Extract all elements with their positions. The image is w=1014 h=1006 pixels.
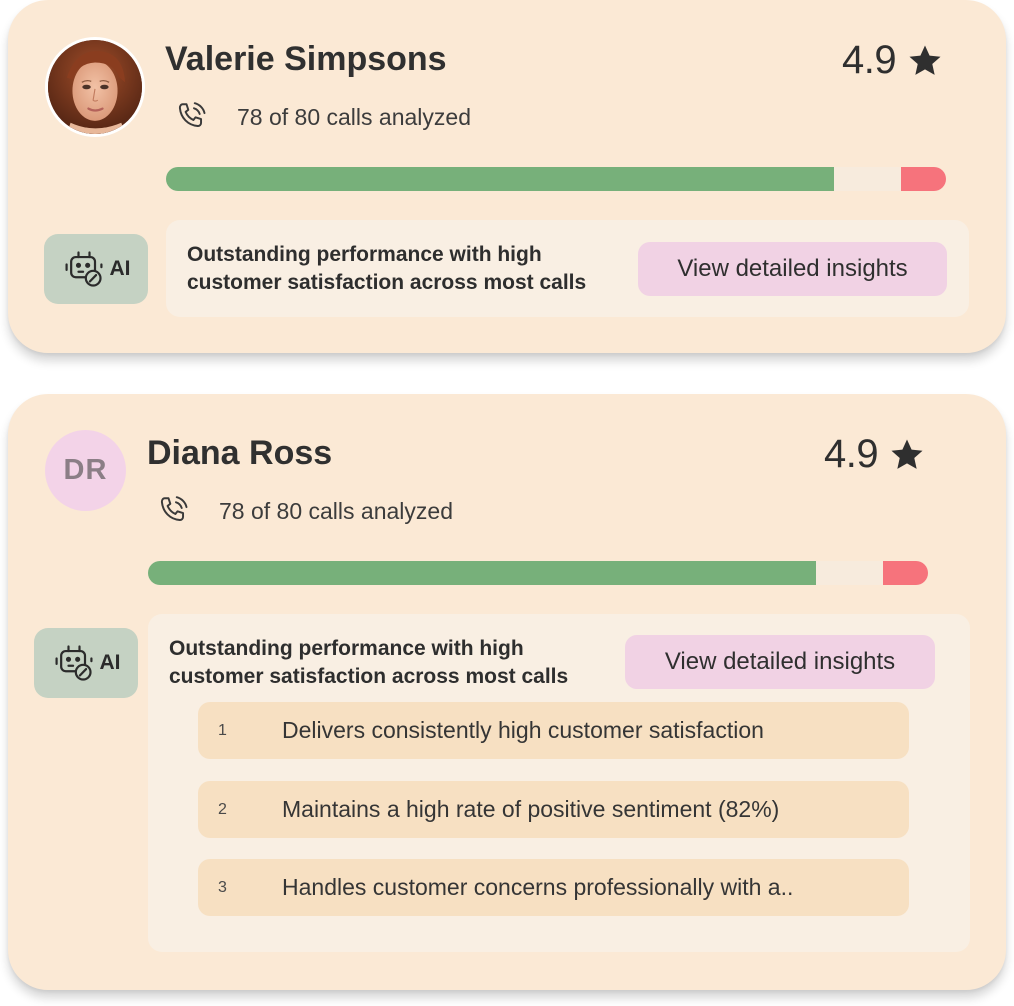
ai-summary: Outstanding performance with high custom… [169,635,568,691]
negative-segment [900,167,946,191]
ai-badge: AI [34,628,138,698]
summary-line: customer satisfaction across most calls [169,665,569,688]
agent-card: Valerie Simpsons 4.9 78 of 80 calls anal… [8,0,1006,353]
calls-analyzed: 78 of 80 calls analyzed [155,493,453,529]
rating: 4.9 [842,38,944,83]
star-icon [891,438,923,469]
calls-count: 78 of 80 calls analyzed [237,103,471,130]
agent-name: Valerie Simpsons [165,40,447,78]
insight-item: 3 Handles customer concerns professional… [198,859,909,916]
rating-value: 4.9 [824,432,879,476]
insight-item: 2 Maintains a high rate of positive sent… [198,781,909,838]
ai-summary-panel: Outstanding performance with high custom… [148,614,970,952]
summary-line: Outstanding performance with high [187,243,542,266]
ai-badge: AI [44,234,148,304]
ai-label: AI [99,651,121,674]
robot-face-icon [54,645,93,681]
avatar-initials: DR [45,430,126,511]
agent-card: DR Diana Ross 4.9 78 of 80 calls analyze… [8,394,1006,990]
ai-label: AI [109,257,131,280]
robot-face-icon [64,251,103,287]
calls-count: 78 of 80 calls analyzed [219,497,453,524]
ai-summary: Outstanding performance with high custom… [187,241,586,297]
insight-item: 1 Delivers consistently high customer sa… [198,702,909,759]
neutral-segment [815,561,883,585]
phone-call-icon [160,496,188,521]
insight-number: 3 [218,878,227,896]
insight-text: Delivers consistently high customer sati… [282,717,764,743]
insight-text: Maintains a high rate of positive sentim… [282,796,780,822]
summary-line: Outstanding performance with high [169,637,524,660]
sentiment-bar [166,167,946,191]
calls-analyzed: 78 of 80 calls analyzed [173,99,471,135]
insight-number: 1 [218,721,227,739]
insight-number: 2 [218,800,227,818]
neutral-segment [833,167,901,191]
negative-segment [882,561,928,585]
summary-line: customer satisfaction across most calls [187,271,587,294]
positive-segment [148,561,816,585]
rating-value: 4.9 [842,38,897,82]
positive-segment [166,167,834,191]
view-insights-button[interactable]: View detailed insights [625,635,935,689]
agent-name: Diana Ross [147,434,333,472]
view-insights-button[interactable]: View detailed insights [638,242,947,296]
star-icon [909,44,941,75]
avatar [45,37,145,137]
sentiment-bar [148,561,928,585]
phone-call-icon [178,102,206,127]
ai-summary-panel: Outstanding performance with high custom… [166,220,969,317]
insight-text: Handles customer concerns professionally… [282,874,794,900]
rating: 4.9 [824,432,926,477]
